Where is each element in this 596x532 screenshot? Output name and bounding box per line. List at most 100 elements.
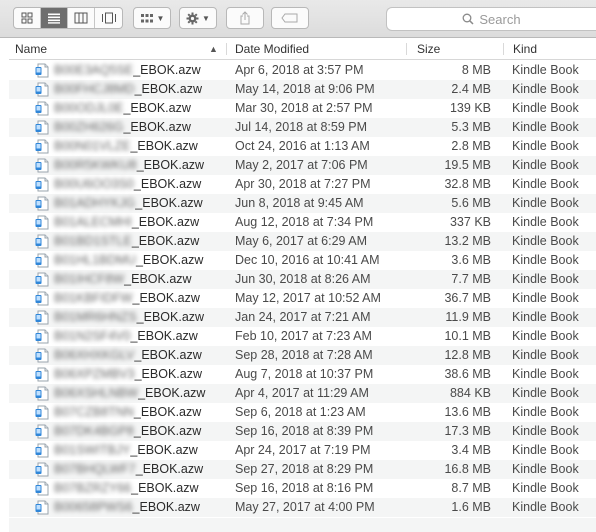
empty-row <box>9 518 596 532</box>
file-size: 10.1 MB <box>444 329 491 343</box>
file-row[interactable]: B07BZRZY66_EBOK.azw Sep 16, 2018 at 8:16 … <box>9 479 596 498</box>
column-view-button[interactable] <box>68 8 95 28</box>
file-row[interactable]: B01BD1STLE_EBOK.azw May 6, 2017 at 6:29 A… <box>9 232 596 251</box>
column-divider[interactable] <box>226 43 227 55</box>
date-modified: May 27, 2017 at 4:00 PM <box>235 500 375 514</box>
date-modified: Sep 16, 2018 at 8:16 PM <box>235 481 374 495</box>
date-modified: Dec 10, 2016 at 10:41 AM <box>235 253 380 267</box>
file-kind: Kindle Book <box>512 348 579 362</box>
kindle-book-file-icon <box>35 253 50 268</box>
file-row[interactable]: B07DK4BGP8_EBOK.azw Sep 16, 2018 at 8:39 … <box>9 422 596 441</box>
sort-ascending-icon: ▲ <box>209 44 218 54</box>
file-name-suffix: _EBOK.azw <box>138 386 206 400</box>
file-name-suffix: _EBOK.azw <box>136 310 205 324</box>
file-kind: Kindle Book <box>512 234 579 248</box>
column-header-date-modified[interactable]: Date Modified <box>235 39 309 59</box>
date-modified: Apr 6, 2018 at 3:57 PM <box>235 63 364 77</box>
file-kind: Kindle Book <box>512 253 579 267</box>
list-view-button[interactable] <box>41 8 68 28</box>
cover-flow-icon <box>101 12 116 24</box>
file-kind: Kindle Book <box>512 386 579 400</box>
arrange-button[interactable]: ▼ <box>133 7 171 29</box>
file-size: 3.4 MB <box>451 443 491 457</box>
search-field[interactable]: Search <box>386 7 596 31</box>
column-header-size[interactable]: Size <box>417 39 440 59</box>
grid-icon <box>140 13 153 22</box>
column-divider[interactable] <box>406 43 407 55</box>
file-name-redacted-prefix: B00E3AQ5SE <box>54 63 134 77</box>
file-name: B00R5KWKU8_EBOK.azw <box>54 156 204 175</box>
file-row[interactable]: B01N2SF4V0_EBOK.azw Feb 10, 2017 at 7:23 … <box>9 327 596 346</box>
share-icon <box>240 11 250 25</box>
file-name-suffix: _EBOK.azw <box>132 500 200 514</box>
file-row[interactable]: B01KBFIDFW_EBOK.azw May 12, 2017 at 10:52… <box>9 289 596 308</box>
tag-icon <box>281 13 298 23</box>
file-row[interactable]: B00N01VLZE_EBOK.azw Oct 24, 2016 at 1:13 … <box>9 137 596 156</box>
date-modified: Sep 27, 2018 at 8:29 PM <box>235 462 374 476</box>
file-row[interactable]: B00ODJL0E_EBOK.azw Mar 30, 2018 at 2:57 P… <box>9 99 596 118</box>
file-size: 17.3 MB <box>444 424 491 438</box>
kindle-book-file-icon <box>35 405 50 420</box>
file-name: B00ODJL0E_EBOK.azw <box>54 99 191 118</box>
file-row[interactable]: B00658PWS6_EBOK.azw May 27, 2017 at 4:00 … <box>9 498 596 517</box>
column-view-icon <box>74 12 88 24</box>
file-size: 13.6 MB <box>444 405 491 419</box>
file-row[interactable]: B06XPZMBV3_EBOK.azw Aug 7, 2018 at 10:37 … <box>9 365 596 384</box>
kindle-book-file-icon <box>35 291 50 306</box>
column-divider[interactable] <box>503 43 504 55</box>
file-name-redacted-prefix: B06XSHLNBW <box>54 386 139 400</box>
file-row[interactable]: B01ALECMHI_EBOK.azw Aug 12, 2018 at 7:34 … <box>9 213 596 232</box>
file-size: 38.6 MB <box>444 367 491 381</box>
date-modified: Sep 6, 2018 at 1:23 AM <box>235 405 366 419</box>
file-name-redacted-prefix: B00N01VLZE <box>54 139 131 153</box>
file-row[interactable]: B00ZH626G_EBOK.azw Jul 14, 2018 at 8:59 P… <box>9 118 596 137</box>
file-name: B00658PWS6_EBOK.azw <box>54 498 200 517</box>
file-name: B01KBFIDFW_EBOK.azw <box>54 289 200 308</box>
kindle-book-file-icon <box>35 120 50 135</box>
file-kind: Kindle Book <box>512 329 579 343</box>
kindle-book-file-icon <box>35 139 50 154</box>
file-row[interactable]: B01MR6HNZS_EBOK.azw Jan 24, 2017 at 7:21 … <box>9 308 596 327</box>
file-name-redacted-prefix: B01BD1STLE <box>54 234 132 248</box>
date-modified: Apr 24, 2017 at 7:19 PM <box>235 443 371 457</box>
date-modified: Aug 7, 2018 at 10:37 PM <box>235 367 374 381</box>
kindle-book-file-icon <box>35 196 50 211</box>
file-row[interactable]: B06XSHLNBW_EBOK.azw Apr 4, 2017 at 11:29 … <box>9 384 596 403</box>
file-row[interactable]: B01ADHYKJG_EBOK.azw Jun 8, 2018 at 9:45 A… <box>9 194 596 213</box>
file-name-suffix: _EBOK.azw <box>131 234 200 248</box>
column-header-kind[interactable]: Kind <box>513 39 537 59</box>
file-kind: Kindle Book <box>512 177 579 191</box>
view-mode-segmented-control <box>13 7 123 29</box>
file-name-suffix: _EBOK.azw <box>123 101 191 115</box>
tag-button[interactable] <box>271 7 309 29</box>
file-kind: Kindle Book <box>512 405 579 419</box>
kindle-book-file-icon <box>35 443 50 458</box>
date-modified: Feb 10, 2017 at 7:23 AM <box>235 329 372 343</box>
file-row[interactable]: B07BHQLWF7_EBOK.azw Sep 27, 2018 at 8:29 … <box>9 460 596 479</box>
file-row[interactable]: B00FHCJ8MD_EBOK.azw May 14, 2018 at 9:06 … <box>9 80 596 99</box>
icon-view-button[interactable] <box>14 8 41 28</box>
file-name: B01N2SF4V0_EBOK.azw <box>54 327 198 346</box>
column-header-name[interactable]: Name <box>15 39 47 59</box>
file-kind: Kindle Book <box>512 139 579 153</box>
file-row[interactable]: B06XHXKGLV_EBOK.azw Sep 28, 2018 at 7:28 … <box>9 346 596 365</box>
date-modified: Jul 14, 2018 at 8:59 PM <box>235 120 368 134</box>
file-row[interactable]: B01IHCF8W_EBOK.azw Jun 30, 2018 at 8:26 A… <box>9 270 596 289</box>
file-row[interactable]: B07CZB8TNN_EBOK.azw Sep 6, 2018 at 1:23 A… <box>9 403 596 422</box>
kindle-book-file-icon <box>35 500 50 515</box>
file-size: 884 KB <box>449 386 491 400</box>
share-button[interactable] <box>226 7 264 29</box>
file-kind: Kindle Book <box>512 424 579 438</box>
file-size: 19.5 MB <box>444 158 491 172</box>
file-row[interactable]: B00U6OO3S0_EBOK.azw Apr 30, 2018 at 7:27 … <box>9 175 596 194</box>
action-button[interactable]: ▼ <box>179 7 217 29</box>
file-row[interactable]: B01HL1BDMU_EBOK.azw Dec 10, 2016 at 10:41… <box>9 251 596 270</box>
file-name-suffix: _EBOK.azw <box>135 196 203 210</box>
cover-flow-button[interactable] <box>95 8 122 28</box>
file-row[interactable]: B00R5KWKU8_EBOK.azw May 2, 2017 at 7:06 P… <box>9 156 596 175</box>
file-row[interactable]: B00E3AQ5SE_EBOK.azw Apr 6, 2018 at 3:57 P… <box>9 61 596 80</box>
file-row[interactable]: B01SWITBJY_EBOK.azw Apr 24, 2017 at 7:19 … <box>9 441 596 460</box>
file-name: B01ALECMHI_EBOK.azw <box>54 213 199 232</box>
file-kind: Kindle Book <box>512 63 579 77</box>
date-modified: Oct 24, 2016 at 1:13 AM <box>235 139 370 153</box>
